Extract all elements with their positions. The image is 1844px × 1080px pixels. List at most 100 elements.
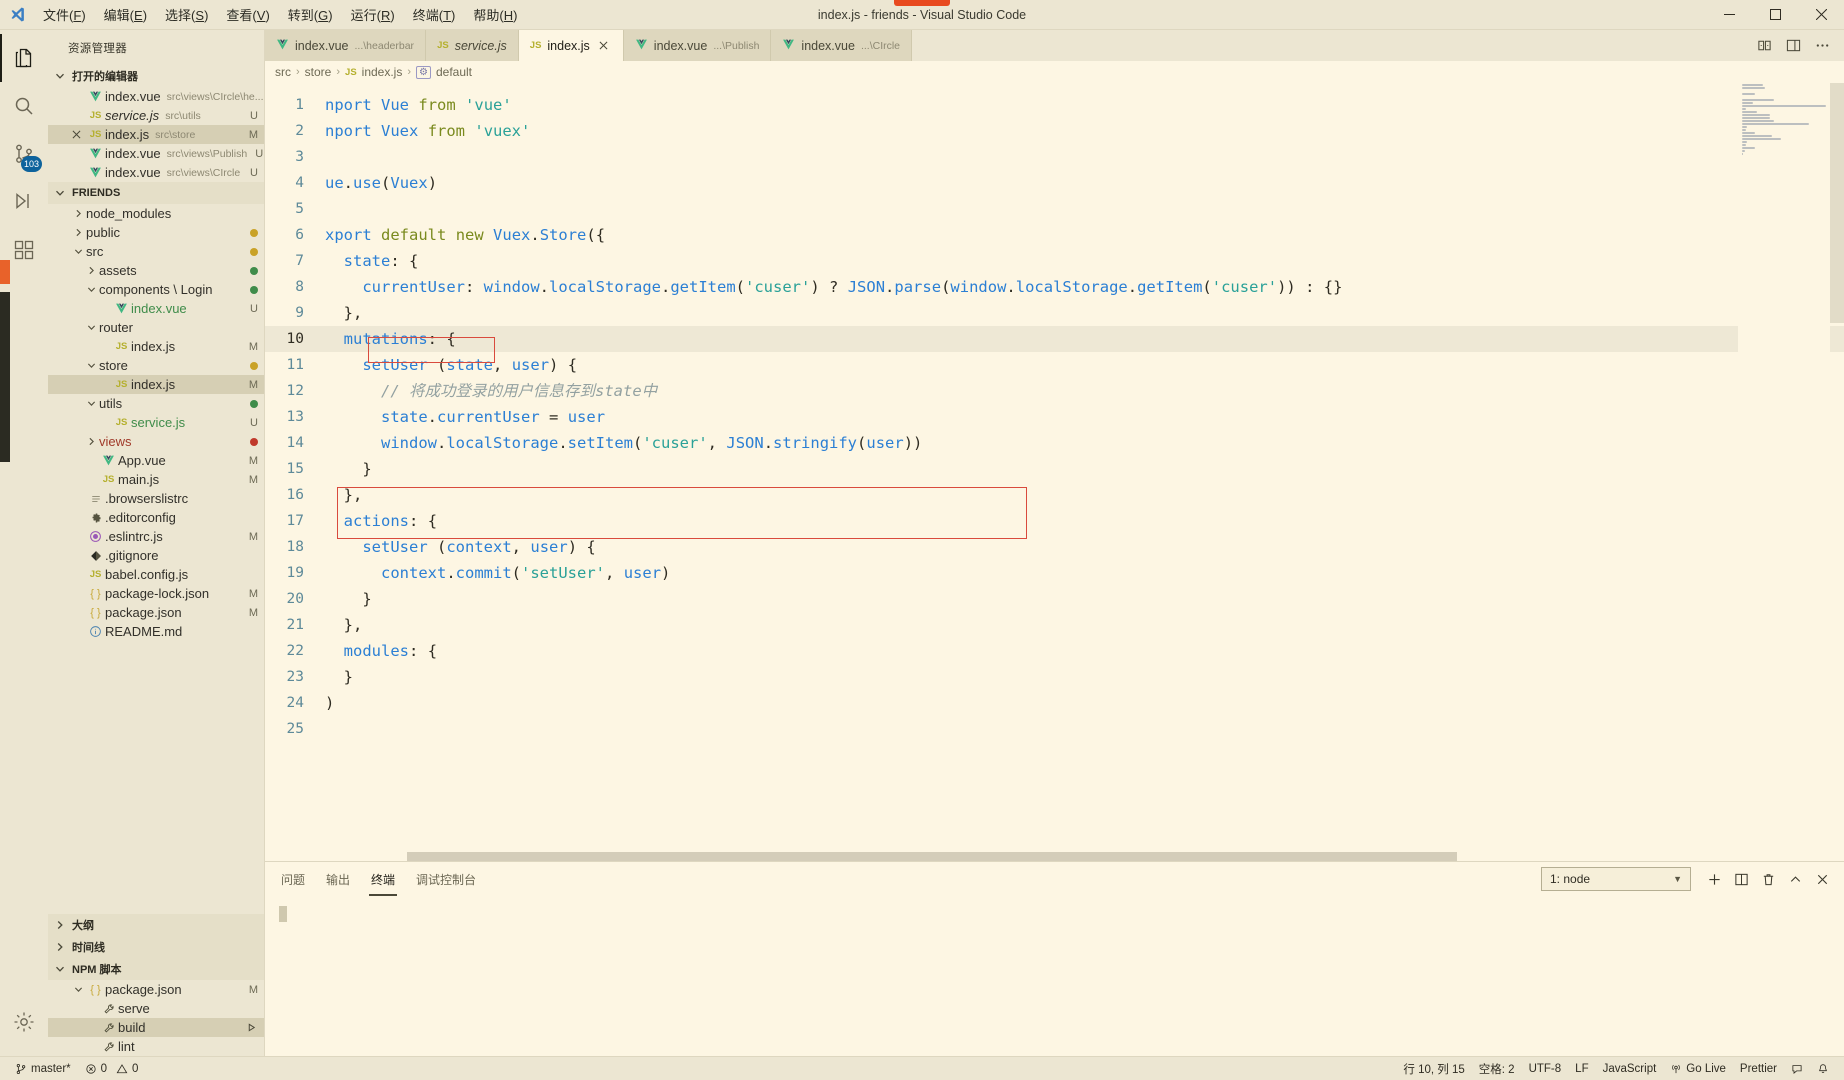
tree-folder[interactable]: src — [48, 242, 264, 261]
status-cursor-position[interactable]: 行 10, 列 15 — [1396, 1057, 1471, 1080]
panel-tab-terminal[interactable]: 终端 — [369, 863, 398, 896]
status-go-live[interactable]: Go Live — [1663, 1057, 1733, 1080]
tree-folder[interactable]: views — [48, 432, 264, 451]
code-line[interactable]: 18 setUser (context, user) { — [265, 534, 1844, 560]
tab-index-vue-circle[interactable]: index.vue ...\CIrcle — [771, 30, 913, 61]
npm-scripts-list[interactable]: { } package.json Mserve build lint — [48, 980, 264, 1056]
chevron-down-icon[interactable] — [84, 323, 99, 332]
status-language-mode[interactable]: JavaScript — [1596, 1057, 1664, 1080]
tab-service-js[interactable]: JS service.js — [426, 30, 519, 61]
tree-file[interactable]: JS main.js M — [48, 470, 264, 489]
code-line[interactable]: 11 setUser (state, user) { — [265, 352, 1844, 378]
code-line[interactable]: 13 state.currentUser = user — [265, 404, 1844, 430]
open-editor-item[interactable]: index.vue src\views\CIrcle U — [48, 163, 264, 182]
code-text[interactable]: ) — [325, 690, 334, 716]
section-outline[interactable]: 大纲 — [48, 914, 264, 936]
code-line[interactable]: 16 }, — [265, 482, 1844, 508]
tree-file[interactable]: .eslintrc.js M — [48, 527, 264, 546]
breadcrumb-store[interactable]: store — [305, 65, 332, 79]
code-line[interactable]: 23 } — [265, 664, 1844, 690]
chevron-down-icon[interactable] — [84, 399, 99, 408]
section-project-friends[interactable]: FRIENDS — [48, 182, 264, 204]
activity-explorer[interactable] — [0, 34, 48, 82]
editor-tabs[interactable]: index.vue ...\headerbar JS service.js JS… — [265, 30, 1844, 61]
file-tree[interactable]: node_modules public src assets components \ … — [48, 204, 264, 914]
tree-file[interactable]: App.vue M — [48, 451, 264, 470]
code-line[interactable]: 15 } — [265, 456, 1844, 482]
tab-index-vue-headerbar[interactable]: index.vue ...\headerbar — [265, 30, 427, 61]
activity-source-control[interactable]: 103 — [0, 130, 48, 178]
code-line[interactable]: 14 window.localStorage.setItem('cuser', … — [265, 430, 1844, 456]
panel-tab-problems[interactable]: 问题 — [279, 863, 307, 896]
chevron-right-icon[interactable] — [84, 437, 99, 446]
tree-file[interactable]: { } package.json M — [48, 603, 264, 622]
breadcrumb-symbol[interactable]: default — [436, 65, 472, 79]
tab-index-js[interactable]: JS index.js — [518, 30, 624, 61]
status-notifications[interactable] — [1810, 1057, 1836, 1080]
tree-file[interactable]: JS index.js M — [48, 337, 264, 356]
open-editor-item[interactable]: index.vue src\views\CIrcle\he... U — [48, 87, 264, 106]
chevron-right-icon[interactable] — [84, 266, 99, 275]
status-indentation[interactable]: 空格: 2 — [1472, 1057, 1522, 1080]
code-line[interactable]: 21 }, — [265, 612, 1844, 638]
open-editor-item-selected[interactable]: JS index.js src\store M — [48, 125, 264, 144]
chevron-down-icon[interactable] — [84, 361, 99, 370]
terminal-output[interactable] — [265, 896, 1844, 1056]
npm-script-item[interactable]: lint — [48, 1037, 264, 1056]
code-text[interactable]: context.commit('setUser', user) — [325, 560, 670, 586]
status-branch[interactable]: master* — [8, 1057, 78, 1080]
tree-folder[interactable]: components \ Login — [48, 280, 264, 299]
code-text[interactable]: ue.use(Vuex) — [325, 170, 437, 196]
code-text[interactable]: }, — [325, 482, 363, 508]
maximize-button[interactable] — [1752, 0, 1798, 30]
status-eol[interactable]: LF — [1568, 1057, 1595, 1080]
chevron-right-icon[interactable] — [71, 228, 86, 237]
code-text[interactable]: currentUser: window.localStorage.getItem… — [325, 274, 1342, 300]
code-text[interactable]: }, — [325, 300, 363, 326]
tree-file[interactable]: index.vue U — [48, 299, 264, 318]
status-encoding[interactable]: UTF-8 — [1522, 1057, 1569, 1080]
tab-index-vue-publish[interactable]: index.vue ...\Publish — [623, 30, 772, 61]
scroll-thumb[interactable] — [1830, 83, 1844, 323]
code-line[interactable]: 20 } — [265, 586, 1844, 612]
minimize-button[interactable] — [1706, 0, 1752, 30]
chevron-down-icon[interactable] — [71, 247, 86, 256]
code-line[interactable]: 4 ue.use(Vuex) — [265, 170, 1844, 196]
menu-terminal[interactable]: 终端(T) — [404, 1, 465, 28]
status-prettier[interactable]: Prettier — [1733, 1057, 1784, 1080]
tree-folder[interactable]: public — [48, 223, 264, 242]
code-text[interactable]: state.currentUser = user — [325, 404, 605, 430]
tree-file[interactable]: .browserslistrc — [48, 489, 264, 508]
code-line[interactable]: 8 currentUser: window.localStorage.getIt… — [265, 274, 1844, 300]
menu-selection[interactable]: 选择(S) — [156, 1, 217, 28]
code-line[interactable]: 7 state: { — [265, 248, 1844, 274]
close-button[interactable] — [1798, 0, 1844, 30]
code-lines[interactable]: 1 nport Vue from 'vue' 2 nport Vuex from 'v… — [265, 83, 1844, 742]
panel-tabs[interactable]: 问题 输出 终端 调试控制台 1: node ▼ — [265, 862, 1844, 896]
kill-terminal-icon[interactable] — [1761, 872, 1776, 887]
menu-run[interactable]: 运行(R) — [342, 1, 404, 28]
panel-tab-debug-console[interactable]: 调试控制台 — [414, 863, 478, 896]
section-npm-scripts[interactable]: NPM 脚本 — [48, 958, 264, 980]
menu-view[interactable]: 查看(V) — [217, 1, 278, 28]
terminal-selector[interactable]: 1: node ▼ — [1541, 867, 1691, 891]
tree-file[interactable]: { } package-lock.json M — [48, 584, 264, 603]
scroll-thumb[interactable] — [407, 852, 1457, 861]
code-text[interactable]: setUser (context, user) { — [325, 534, 595, 560]
npm-package-item[interactable]: { } package.json M — [48, 980, 264, 999]
code-scroll-region[interactable]: 1 nport Vue from 'vue' 2 nport Vuex from 'v… — [265, 83, 1844, 861]
run-script-icon[interactable] — [244, 1023, 258, 1032]
status-errors[interactable]: 0 0 — [78, 1057, 146, 1080]
section-timeline[interactable]: 时间线 — [48, 936, 264, 958]
new-terminal-icon[interactable] — [1707, 872, 1722, 887]
code-text[interactable]: setUser (state, user) { — [325, 352, 577, 378]
tree-file[interactable]: JS index.js M — [48, 375, 264, 394]
split-terminal-icon[interactable] — [1734, 872, 1749, 887]
code-line[interactable]: 2 nport Vuex from 'vuex' — [265, 118, 1844, 144]
code-line[interactable]: 25 — [265, 716, 1844, 742]
code-text[interactable]: } — [325, 664, 353, 690]
chevron-right-icon[interactable] — [71, 209, 86, 218]
open-editor-item[interactable]: JS service.js src\utils U — [48, 106, 264, 125]
code-text[interactable]: nport Vue from 'vue' — [325, 92, 512, 118]
code-text[interactable]: xport default new Vuex.Store({ — [325, 222, 605, 248]
